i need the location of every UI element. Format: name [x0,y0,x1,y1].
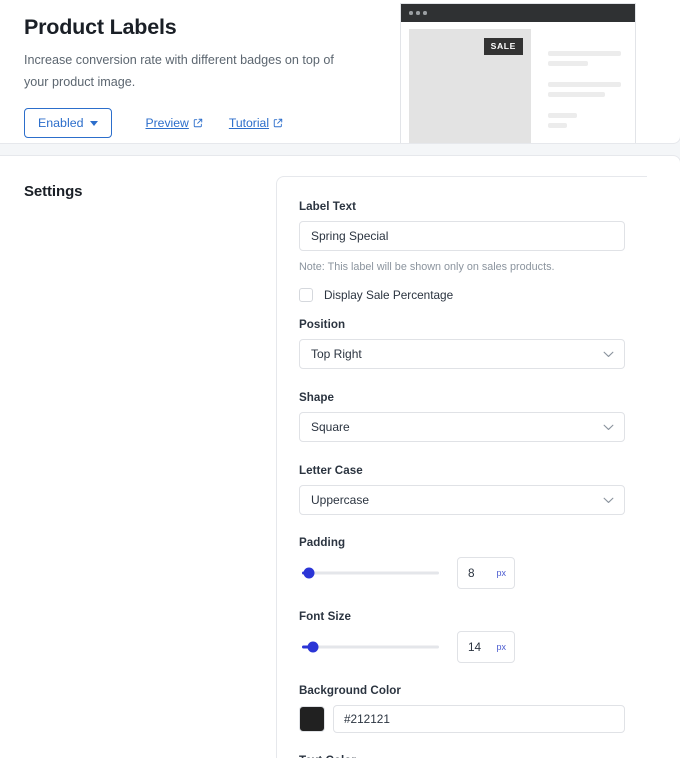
preview-link[interactable]: Preview [145,116,203,131]
sale-badge: SALE [483,38,523,55]
field-label-text: Label Text Note: This label will be show… [299,200,625,273]
shape-select-wrap[interactable] [299,412,625,442]
background-color-input[interactable] [333,705,625,733]
browser-dot-icon [416,11,420,15]
padding-number-field[interactable]: px [457,557,515,589]
app-preview-area: SALE [398,0,680,143]
app-page: Product Labels Increase conversion rate … [0,0,680,758]
padding-slider[interactable] [302,562,439,584]
field-background-color: Background Color [299,684,625,733]
padding-label: Padding [299,536,346,549]
font-size-label: Font Size [299,610,351,623]
app-header-actions: Enabled Preview Tutorial [24,108,376,139]
display-sale-percentage-label: Display Sale Percentage [324,288,454,302]
display-sale-percentage-row[interactable]: Display Sale Percentage [299,288,625,302]
browser-dot-icon [409,11,413,15]
browser-titlebar [401,4,635,22]
text-color-label: Text Color [299,754,625,758]
placeholder-line [548,123,567,128]
external-link-icon [273,118,283,128]
tutorial-link[interactable]: Tutorial [229,116,283,130]
letter-case-select-wrap[interactable] [299,485,625,515]
preview-link-label: Preview [145,116,189,131]
padding-slider-row: px [299,557,625,589]
background-color-label: Background Color [299,684,401,697]
font-size-number-field[interactable]: px [457,631,515,663]
placeholder-line [548,51,621,56]
shape-label: Shape [299,391,335,404]
status-dropdown-button[interactable]: Enabled [24,108,113,139]
app-description: Increase conversion rate with different … [24,52,334,89]
field-font-size: Font Size px [299,610,625,663]
browser-content: SALE [401,22,635,143]
font-size-slider-row: px [299,631,625,663]
position-select-wrap[interactable] [299,339,625,369]
background-color-row [299,705,625,733]
letter-case-label: Letter Case [299,464,363,477]
chevron-down-icon [90,120,99,126]
field-position: Position [299,318,625,369]
status-dropdown-label: Enabled [38,116,84,131]
field-shape: Shape [299,391,625,442]
tutorial-link-label: Tutorial [228,116,270,131]
field-padding: Padding px [299,536,625,589]
placeholder-line [548,82,621,87]
settings-heading: Settings [24,183,83,200]
label-text-note: Note: This label will be shown only on s… [299,261,555,273]
placeholder-line [548,113,578,118]
display-sale-percentage-checkbox[interactable] [299,288,313,302]
font-size-unit: px [496,642,506,652]
font-size-input[interactable] [458,640,490,654]
font-size-slider[interactable] [302,636,439,658]
label-text-label: Label Text [299,200,356,213]
font-size-slider-thumb[interactable] [307,641,319,653]
position-select[interactable] [299,339,625,369]
browser-dot-icon [423,11,427,15]
label-text-input[interactable] [299,221,625,251]
field-text-color: Text Color [299,754,625,758]
field-letter-case: Letter Case [299,464,625,515]
placeholder-gap [548,102,621,113]
product-info-placeholder [531,29,635,143]
app-header-card: Product Labels Increase conversion rate … [0,0,680,144]
position-label: Position [299,318,346,331]
padding-unit: px [496,568,506,578]
padding-input[interactable] [458,566,490,580]
settings-card: Settings Label Text Note: This label wil… [0,155,680,758]
shape-select[interactable] [299,412,625,442]
external-link-icon [193,118,203,128]
placeholder-line [548,61,589,66]
letter-case-select[interactable] [299,485,625,515]
background-color-swatch[interactable] [299,706,325,732]
placeholder-gap [548,71,621,82]
settings-form-panel: Label Text Note: This label will be show… [276,176,647,758]
padding-slider-track [302,571,439,575]
page-title: Product Labels [24,15,177,39]
placeholder-line [548,92,605,97]
padding-slider-thumb[interactable] [303,567,315,579]
app-header-info: Product Labels Increase conversion rate … [0,0,398,143]
font-size-slider-track [302,645,439,649]
product-image-placeholder: SALE [409,29,531,143]
browser-mockup: SALE [400,3,636,143]
